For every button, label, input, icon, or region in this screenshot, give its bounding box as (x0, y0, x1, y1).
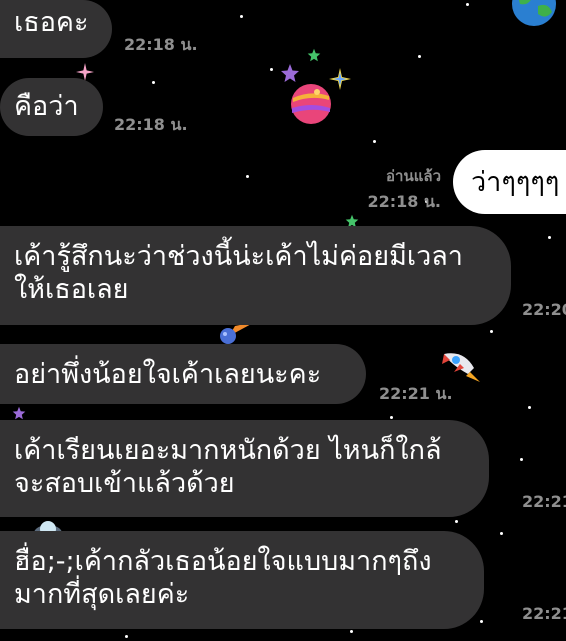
message-time: 22:20 (522, 300, 566, 319)
message-time: 22:21 (522, 604, 566, 623)
message-bubble-1[interactable]: เธอคะ (0, 0, 112, 58)
message-bubble-5[interactable]: อย่าพึ่งน้อยใจเค้าเลยนะคะ (0, 344, 366, 404)
message-bubble-4[interactable]: เค้ารู้สึกนะว่าช่วงนี้น่ะเค้าไม่ค่อยมีเว… (0, 226, 511, 325)
rocket-icon (442, 353, 480, 382)
message-text-line: เค้ารู้สึกนะว่าช่วงนี้น่ะเค้าไม่ค่อยมีเว… (14, 241, 463, 272)
message-time: 22:18 น. (367, 192, 441, 211)
sparkle-star-icon (307, 48, 321, 62)
message-text-line: มากที่สุดเลยค่ะ (14, 579, 190, 610)
message-text: ว่าๆๆๆๆ (471, 167, 560, 198)
earth-icon (512, 0, 556, 26)
message-text-line: เค้าเรียนเยอะมากหนักด้วย ไหนก็ใกล้ (14, 435, 442, 466)
message-bubble-7[interactable]: ฮื่อ;-;เค้ากลัวเธอน้อยใจแบบมากๆถึง มากที… (0, 531, 484, 629)
message-bubble-2[interactable]: คือว่า (0, 78, 103, 136)
sparkle-star-icon (329, 68, 351, 90)
message-text-line: ฮื่อ;-;เค้ากลัวเธอน้อยใจแบบมากๆถึง (14, 546, 432, 577)
message-text: เธอคะ (14, 7, 89, 38)
message-text: คือว่า (14, 91, 79, 122)
sparkle-star-icon (12, 406, 26, 420)
message-text-line: ให้เธอเลย (14, 274, 129, 305)
message-time: 22:18 น. (124, 35, 198, 54)
message-text-line: จะสอบเข้าแล้วด้วย (14, 468, 235, 499)
read-receipt: อ่านแล้ว 22:18 น. (350, 164, 441, 215)
message-time: 22:21 (522, 492, 566, 511)
message-time: 22:21 น. (379, 384, 453, 403)
message-bubble-outgoing[interactable]: ว่าๆๆๆๆ (453, 150, 566, 214)
read-status: อ่านแล้ว (386, 167, 441, 185)
planet-icon (291, 84, 331, 124)
message-bubble-6[interactable]: เค้าเรียนเยอะมากหนักด้วย ไหนก็ใกล้ จะสอบ… (0, 420, 489, 517)
message-time: 22:18 น. (114, 115, 188, 134)
sparkle-star-icon (281, 64, 299, 82)
message-text: อย่าพึ่งน้อยใจเค้าเลยนะคะ (14, 359, 322, 390)
comet-icon (220, 322, 255, 344)
